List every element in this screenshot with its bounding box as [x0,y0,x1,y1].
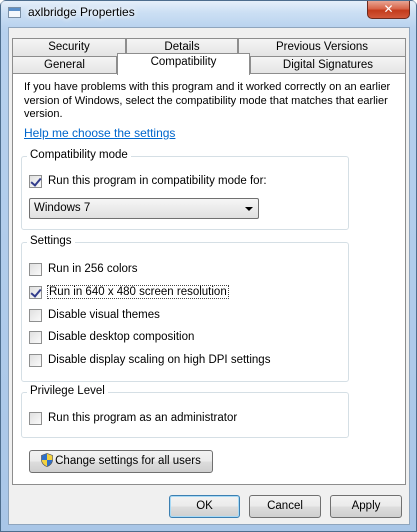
chevron-down-icon [245,207,253,211]
checkbox-icon[interactable] [29,411,42,425]
checkbox-icon[interactable] [29,262,42,276]
window-title: axlbridge Properties [28,5,135,19]
compatibility-mode-title: Compatibility mode [27,149,131,161]
dialog-body: Security Details Previous Versions Gener… [8,27,410,525]
run-as-admin-label: Run this program as an administrator [48,412,238,424]
run-256-colors-label: Run in 256 colors [48,263,138,275]
checkbox-icon[interactable] [29,308,42,322]
title-bar[interactable]: axlbridge Properties ✕ [1,1,416,27]
properties-window: axlbridge Properties ✕ Security Details … [0,0,417,532]
privilege-level-group: Privilege Level Run this program as an a… [21,385,349,438]
cancel-button[interactable]: Cancel [249,495,321,518]
settings-group: Settings Run in 256 colors Run in 640 x … [21,235,349,382]
disable-desktop-composition-label: Disable desktop composition [48,331,195,343]
tab-compatibility[interactable]: Compatibility [117,53,250,75]
ok-button[interactable]: OK [169,495,240,518]
run-in-compat-mode-label: Run this program in compatibility mode f… [48,175,267,187]
checkbox-icon[interactable] [29,353,42,367]
run-256-colors-checkbox[interactable]: Run in 256 colors [29,261,138,277]
change-settings-all-users-button[interactable]: Change settings for all users [29,450,213,473]
disable-visual-themes-checkbox[interactable]: Disable visual themes [29,307,160,323]
checkbox-icon[interactable] [29,330,42,344]
apply-button[interactable]: Apply [330,495,402,518]
close-button[interactable]: ✕ [367,1,410,19]
os-version-dropdown[interactable]: Windows 7 [29,198,259,219]
privilege-level-title: Privilege Level [27,385,108,397]
disable-dpi-scaling-checkbox[interactable]: Disable display scaling on high DPI sett… [29,352,270,368]
tab-security[interactable]: Security [12,38,126,57]
checkbox-checked-icon[interactable] [29,285,42,299]
run-as-admin-checkbox[interactable]: Run this program as an administrator [29,410,237,426]
help-choose-settings-link[interactable]: Help me choose the settings [24,126,175,140]
run-640x480-checkbox[interactable]: Run in 640 x 480 screen resolution [29,284,229,300]
run-in-compat-mode-checkbox[interactable]: Run this program in compatibility mode f… [29,173,267,189]
disable-desktop-composition-checkbox[interactable]: Disable desktop composition [29,329,194,345]
run-640x480-label: Run in 640 x 480 screen resolution [47,285,229,299]
settings-title: Settings [27,235,75,247]
disable-dpi-scaling-label: Disable display scaling on high DPI sett… [48,354,271,366]
disable-visual-themes-label: Disable visual themes [48,309,160,321]
checkbox-checked-icon[interactable] [29,174,42,188]
uac-shield-icon [41,453,54,467]
window-icon [8,7,21,18]
os-version-value: Windows 7 [34,202,91,214]
compatibility-mode-group: Compatibility mode Run this program in c… [21,149,349,230]
compatibility-panel: If you have problems with this program a… [12,73,406,485]
tab-previous-versions[interactable]: Previous Versions [238,38,406,57]
change-settings-all-users-label: Change settings for all users [55,455,201,467]
intro-text: If you have problems with this program a… [24,81,391,120]
